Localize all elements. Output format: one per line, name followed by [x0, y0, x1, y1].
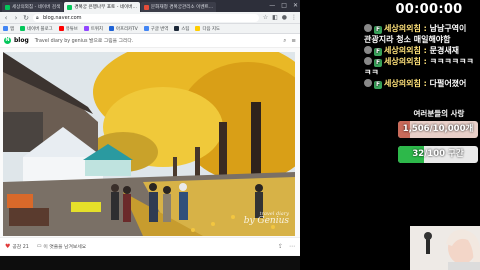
maximize-icon[interactable]: □: [281, 2, 287, 9]
steam-icon: [174, 26, 180, 31]
lock-icon: 🔒︎: [36, 14, 39, 21]
translate-icon: [143, 26, 149, 31]
menu-dots-icon[interactable]: ⋮: [291, 14, 297, 21]
post-content: travel diary by Genius ♥ 공감 21 ▭ 이 엿줄을 남…: [0, 48, 300, 256]
footer-actions: ⇪ ⋯: [278, 243, 295, 250]
like-count: 공감 21: [12, 245, 29, 250]
bookmark-item[interactable]: 다음 지도: [195, 26, 220, 32]
avatar: [364, 57, 372, 65]
comment-icon: ▭: [36, 244, 42, 249]
map-icon: [195, 26, 201, 31]
fan-badge-icon: F: [374, 59, 382, 67]
webcam-feed: [410, 226, 480, 270]
menu-icon[interactable]: ≡: [291, 38, 296, 45]
chat-line: F 세상의외침 : ㅋㅋㅋㅋㅋㅋ: [364, 56, 480, 67]
comment-button[interactable]: ▭ 이 엿줄을 남겨보세요: [37, 243, 86, 250]
chat-nick: 세상의외침: [384, 24, 421, 33]
window-controls: — □ ✕: [269, 2, 298, 9]
naver-icon: [20, 26, 26, 31]
forward-icon[interactable]: ›: [13, 14, 19, 22]
stream-timer: 00:00:00: [395, 2, 463, 17]
post-footer: ♥ 공감 21 ▭ 이 엿줄을 남겨보세요 ⇪ ⋯: [0, 237, 300, 255]
blog-logo[interactable]: blog: [14, 37, 29, 44]
close-icon[interactable]: ✕: [293, 2, 298, 9]
tab-naver-search[interactable]: 세상의외침 - 네이버 검색: [2, 2, 64, 12]
avatar: [364, 79, 372, 87]
back-icon[interactable]: ‹: [3, 14, 9, 22]
chat-message: ㅋㅋ: [364, 68, 379, 77]
chat-message: 남남구역이: [429, 24, 467, 33]
chat-message: 문경새재: [429, 46, 460, 55]
chat-nick: 세상의외침: [384, 46, 421, 55]
bookmark-item[interactable]: 앱: [3, 26, 14, 32]
chat-line: F 세상의외침 : 남남구역이: [364, 23, 480, 34]
streamer-camera: [410, 226, 480, 270]
blog-header-actions: ⌕ ≡: [283, 38, 296, 45]
tab-heritage[interactable]: 문화재청 경복궁관리소 이벤트...: [140, 2, 217, 12]
share-icon[interactable]: ⇪: [278, 243, 283, 250]
search-icon[interactable]: ⌕: [283, 38, 286, 45]
like-button[interactable]: ♥ 공감 21: [5, 243, 29, 250]
photo-watermark: travel diary by Genius: [243, 211, 289, 226]
apps-icon: [3, 26, 8, 31]
youtube-icon: [58, 26, 64, 31]
comment-label: 이 엿줄을 남겨보세요: [43, 245, 87, 250]
star-icon[interactable]: ☆: [263, 14, 268, 21]
bookmark-item[interactable]: 아프리카TV: [108, 26, 138, 32]
twitch-icon: [83, 26, 89, 31]
profile-icon[interactable]: ●: [282, 14, 287, 21]
naver-favicon-icon: [67, 4, 73, 10]
chat-overlay: F 세상의외침 : 남남구역이 관광지라 청소 매일해야함 F 세상의외침 : 문경…: [364, 23, 480, 89]
tab-label: 경복궁 은행나무 포토 - 네이버...: [74, 5, 137, 10]
post-photo[interactable]: travel diary by Genius: [3, 52, 295, 236]
chat-message: ㅋㅋㅋㅋㅋㅋ: [429, 57, 474, 66]
heritage-favicon-icon: [143, 4, 149, 10]
extensions-icon[interactable]: ◧: [272, 14, 278, 21]
chat-nick: 세상의외침: [384, 79, 421, 88]
bookmark-item[interactable]: 트위치: [83, 26, 103, 32]
browser-window: 세상의외침 - 네이버 검색 경복궁 은행나무 포토 - 네이버... 문화재청…: [0, 0, 300, 256]
goal-subtitle: 여러분들의 사랑: [413, 109, 465, 118]
ginkgo-street-photo: [3, 52, 295, 236]
avatar: [364, 24, 372, 32]
bookmark-item[interactable]: 스팀: [174, 26, 189, 32]
url-text: blog.naver.com: [43, 14, 82, 21]
minimize-icon[interactable]: —: [269, 2, 275, 9]
chat-line: ㅋㅋ: [364, 67, 480, 78]
heart-icon: ♥: [5, 243, 11, 250]
fan-badge-icon: F: [374, 26, 382, 34]
chat-line: 관광지라 청소 매일해야함: [364, 34, 480, 45]
blog-header: N blog Travel diary by genius 발으로 그림을 그리…: [0, 34, 300, 48]
more-icon[interactable]: ⋯: [289, 243, 295, 250]
tab-label: 문화재청 경복궁관리소 이벤트...: [150, 5, 214, 10]
address-bar: ‹ › ↻ 🔒︎ blog.naver.com ☆ ◧ ● ⋮: [0, 12, 300, 24]
reload-icon[interactable]: ↻: [23, 14, 29, 22]
goal-bar-balloons: 1,506/10,000개: [398, 121, 478, 138]
chat-message: 관광지라 청소 매일해야함: [364, 35, 451, 44]
fan-badge-icon: F: [374, 81, 382, 89]
naver-logo-icon[interactable]: N: [4, 37, 11, 44]
goal-label: 1,506/10,000개: [402, 124, 474, 134]
fan-badge-icon: F: [374, 48, 382, 56]
blog-title[interactable]: Travel diary by genius 발으로 그림을 그리다.: [35, 37, 134, 44]
avatar: [364, 46, 372, 54]
taskbar: [0, 256, 300, 270]
chat-line: F 세상의외침 : 다펄어졌어: [364, 78, 480, 89]
naver-favicon-icon: [5, 4, 10, 10]
bookmarks-bar: 앱 네이버 블로그 유튜브 트위치 아프리카TV 구글 번역 스팀 다음 지도: [0, 24, 300, 34]
afreeca-icon: [108, 26, 114, 31]
bookmark-item[interactable]: 유튜브: [58, 26, 78, 32]
goal-label: 32/100 구간: [412, 149, 464, 159]
tab-bar: 세상의외침 - 네이버 검색 경복궁 은행나무 포토 - 네이버... 문화재청…: [0, 0, 300, 12]
url-field[interactable]: 🔒︎ blog.naver.com: [33, 13, 259, 22]
tab-label: 세상의외침 - 네이버 검색: [12, 5, 61, 10]
bookmark-item[interactable]: 구글 번역: [143, 26, 168, 32]
chat-nick: 세상의외침: [384, 57, 421, 66]
tab-blog-active[interactable]: 경복궁 은행나무 포토 - 네이버...: [64, 2, 140, 12]
chat-line: F 세상의외침 : 문경새재: [364, 45, 480, 56]
goal-bar-section: 32/100 구간: [398, 146, 478, 163]
chat-message: 다펄어졌어: [429, 79, 467, 88]
bookmark-item[interactable]: 네이버 블로그: [20, 26, 53, 32]
